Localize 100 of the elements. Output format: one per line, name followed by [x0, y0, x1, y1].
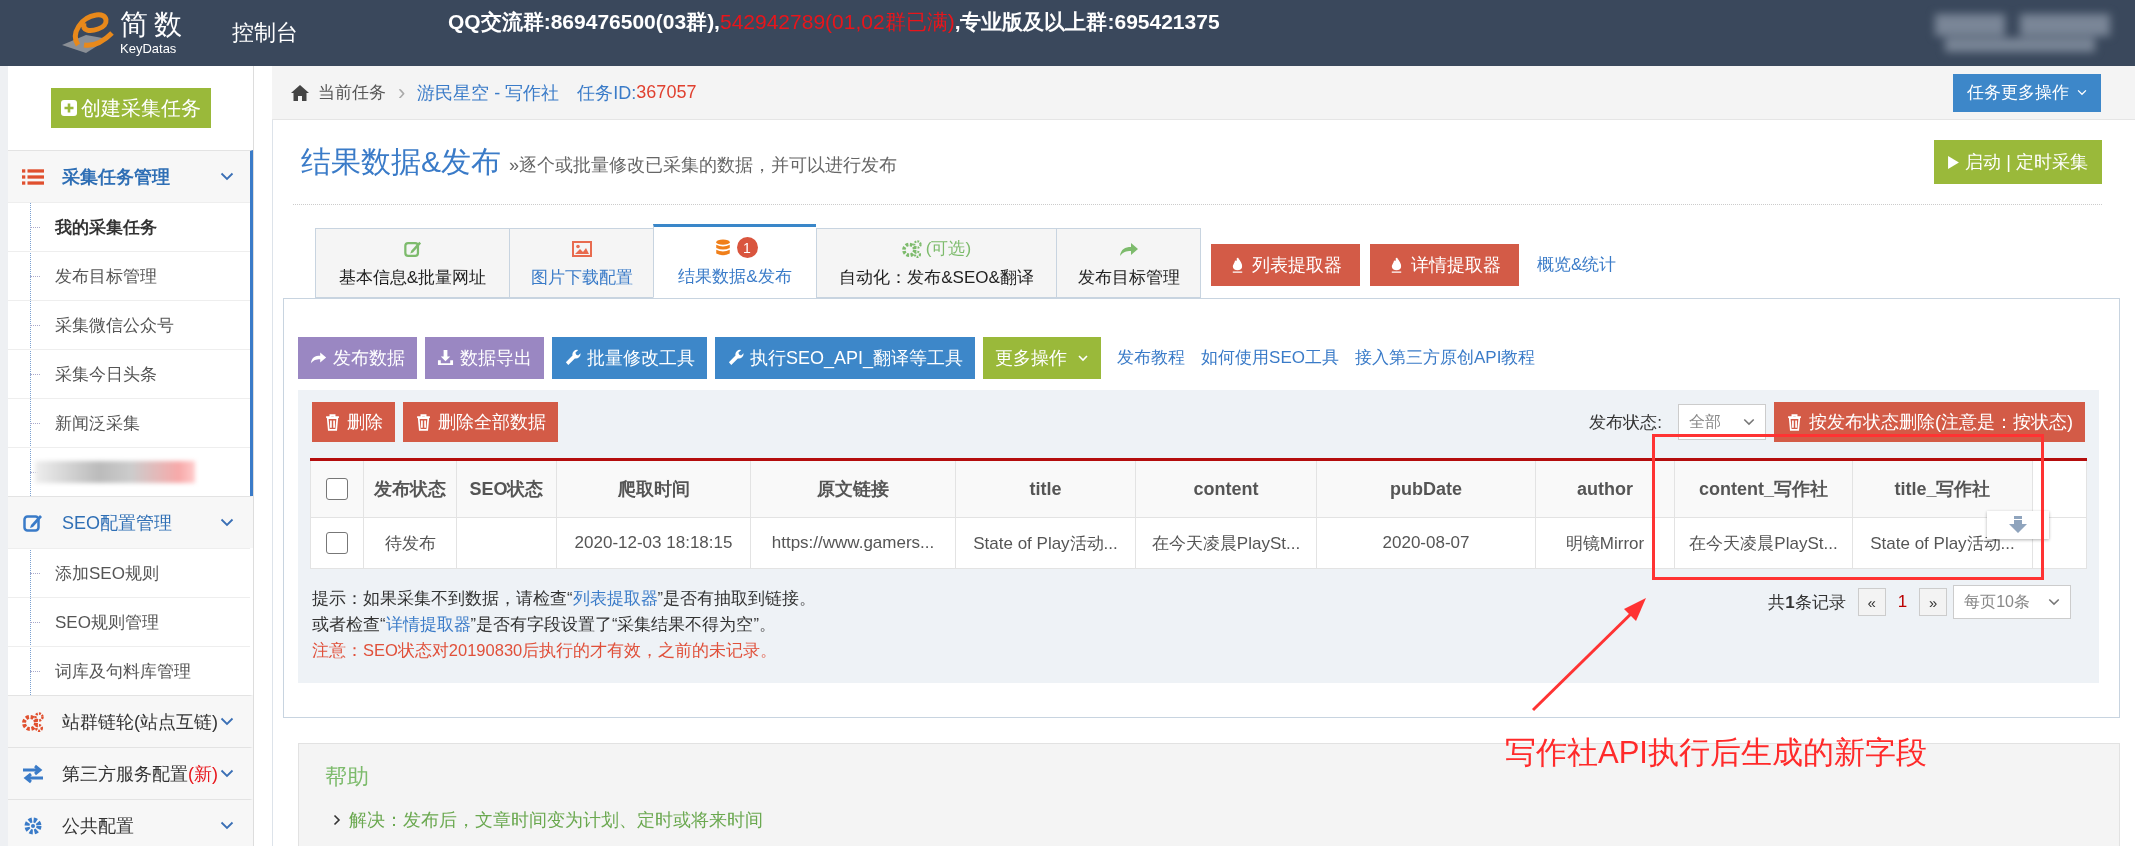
tab-label: 图片下载配置 [530, 266, 633, 289]
status-label: 发布状态: [1589, 411, 1662, 434]
tab-label: 发布目标管理 [1077, 266, 1180, 289]
caret-icon [1077, 353, 1090, 362]
sidebar-group[interactable]: 第三方服务配置(新) [8, 747, 253, 799]
plus-icon [60, 100, 77, 116]
table-cell: 2020-12-03 18:18:15 [574, 533, 733, 552]
qq-group-notice: QQ交流群:869476500(03群),542942789(01,02群已满),专业版及以上群:695421375 [448, 9, 1220, 35]
sidebar-group[interactable]: 采集任务管理 [8, 150, 253, 202]
page-button[interactable]: 1 [1891, 592, 1914, 612]
list-icon [22, 166, 44, 187]
more-actions-button[interactable]: 任务更多操作 [1953, 73, 2101, 112]
extractor-button[interactable]: 列表提取器 [1211, 244, 1360, 286]
tab-label: 结果数据&发布 [678, 265, 792, 288]
select-all-checkbox[interactable] [326, 478, 348, 501]
sidebar-item[interactable]: 发布目标管理 [8, 251, 250, 300]
scroll-down-button[interactable] [1987, 511, 2049, 539]
extractor-button[interactable]: 详情提取器 [1370, 244, 1519, 286]
column-header: content [1135, 459, 1317, 518]
group-label: 站群链轮(站点互链) [62, 710, 218, 734]
column-header: title_写作社 [1852, 459, 2033, 518]
delete-by-status-button[interactable]: 按发布状态删除(注意是：按状态) [1774, 402, 2085, 442]
page-size-select[interactable]: 每页10条 [1953, 585, 2071, 619]
delete-button[interactable]: 删除全部数据 [403, 402, 558, 442]
table-cell: https://www.gamers... [771, 533, 935, 552]
chevron-right-icon [333, 814, 341, 826]
extractor-link[interactable]: 详情提取器 [385, 615, 471, 633]
tab[interactable]: 图片下载配置 [509, 228, 653, 298]
previous-page-button[interactable]: « [1857, 588, 1886, 616]
trash-icon [1786, 413, 1803, 431]
column-header: SEO状态 [456, 459, 557, 518]
image-icon [571, 239, 592, 258]
sidebar-group[interactable]: 站群链轮(站点互链) [8, 695, 253, 747]
tab-label: 自动化：发布&SEO&翻译 [839, 266, 1034, 289]
settings-icon [22, 815, 44, 836]
chevron-down-icon [220, 172, 234, 181]
group-label: 公共配置 [62, 814, 134, 838]
brand-subtitle: KeyDatas [120, 42, 178, 55]
trash-icon [415, 413, 432, 431]
tutorial-link[interactable]: 如何使用SEO工具 [1201, 346, 1339, 369]
sidebar-item[interactable]: 添加SEO规则 [8, 548, 250, 597]
trash-icon [324, 413, 341, 431]
group-label: 采集任务管理 [62, 165, 170, 189]
play-icon [1948, 155, 1960, 169]
sidebar-group[interactable]: 公共配置 [8, 799, 253, 846]
table-cell: 待发布 [384, 533, 436, 553]
hint-text: 注意：SEO状态对20190830后执行的才有效，之前的未记录。 [312, 640, 779, 661]
group-label: SEO配置管理 [62, 511, 172, 535]
annotation-text: 写作社API执行后生成的新字段 [1505, 734, 1927, 772]
down-arrow-icon [2008, 516, 2028, 534]
extractor-link[interactable]: 列表提取器 [572, 589, 658, 607]
home-icon [290, 83, 310, 102]
task-id-label: 任务ID: [577, 81, 637, 105]
chevron-down-icon [220, 518, 234, 527]
tab[interactable]: (可选) 自动化：发布&SEO&翻译 [816, 228, 1056, 298]
page-title: 结果数据&发布 [301, 143, 501, 180]
new-label: (新) [188, 762, 218, 786]
sidebar-group[interactable]: SEO配置管理 [8, 496, 253, 548]
delete-button[interactable]: 删除 [312, 402, 395, 442]
optional-label: (可选) [925, 238, 972, 260]
column-header: 发布状态 [363, 459, 457, 518]
help-link[interactable]: 解决：发布后，文章时间变为计划、定时或将来时间 [349, 808, 763, 832]
hint-text: 或者检查“详情提取器”是否有字段设置了“采集结果不得为空”。 [312, 614, 777, 635]
help-title: 帮助 [325, 763, 370, 791]
tutorial-link[interactable]: 发布教程 [1117, 346, 1186, 369]
count-badge: 1 [736, 237, 758, 258]
breadcrumb-task[interactable]: 游民星空 - 写作社 [417, 80, 560, 105]
task-id: 367057 [636, 82, 697, 103]
sidebar-item[interactable]: 采集微信公众号 [8, 300, 250, 349]
tab[interactable]: 基本信息&批量网址 [315, 228, 509, 298]
sidebar-item[interactable]: 采集今日头条 [8, 349, 250, 398]
chevron-down-icon [220, 821, 234, 830]
edit-icon [402, 239, 423, 258]
column-header: 原文链接 [750, 459, 956, 518]
exchange-icon [22, 763, 44, 784]
table-cell: 在今天凌晨PlaySt... [1151, 533, 1301, 553]
sidebar-item[interactable]: 新闻泛采集 [8, 398, 250, 447]
edit-icon [22, 512, 44, 533]
next-page-button[interactable]: » [1919, 588, 1948, 616]
tab[interactable]: 1 结果数据&发布 [653, 224, 816, 298]
sidebar-item[interactable]: SEO规则管理 [8, 597, 250, 646]
tutorial-link[interactable]: 接入第三方原创API教程 [1354, 346, 1536, 369]
chevron-down-icon [220, 769, 234, 778]
toolbar-button[interactable]: 发布数据 [298, 336, 417, 379]
toolbar-button[interactable]: 数据导出 [425, 336, 544, 379]
console-title: 控制台 [232, 19, 298, 47]
table-cell: 2020-08-07 [1382, 533, 1470, 552]
column-header: author [1535, 459, 1675, 518]
tab[interactable]: 发布目标管理 [1056, 228, 1201, 298]
row-checkbox[interactable] [326, 532, 348, 554]
chevron-down-icon [2048, 598, 2060, 606]
download-icon [437, 349, 454, 366]
sidebar-item[interactable]: 我的采集任务 [8, 202, 250, 251]
table-cell: 明镜Mirror [1565, 533, 1645, 553]
breadcrumb-root[interactable]: 当前任务 [318, 81, 386, 104]
breadcrumb-separator: › [398, 79, 406, 106]
overview-link[interactable]: 概览&统计 [1537, 253, 1617, 276]
toolbar-button[interactable]: 批量修改工具 [552, 336, 707, 379]
table-cell: State of Play活动... [973, 533, 1118, 553]
toolbar-button[interactable]: 执行SEO_API_翻译等工具 [715, 336, 976, 379]
